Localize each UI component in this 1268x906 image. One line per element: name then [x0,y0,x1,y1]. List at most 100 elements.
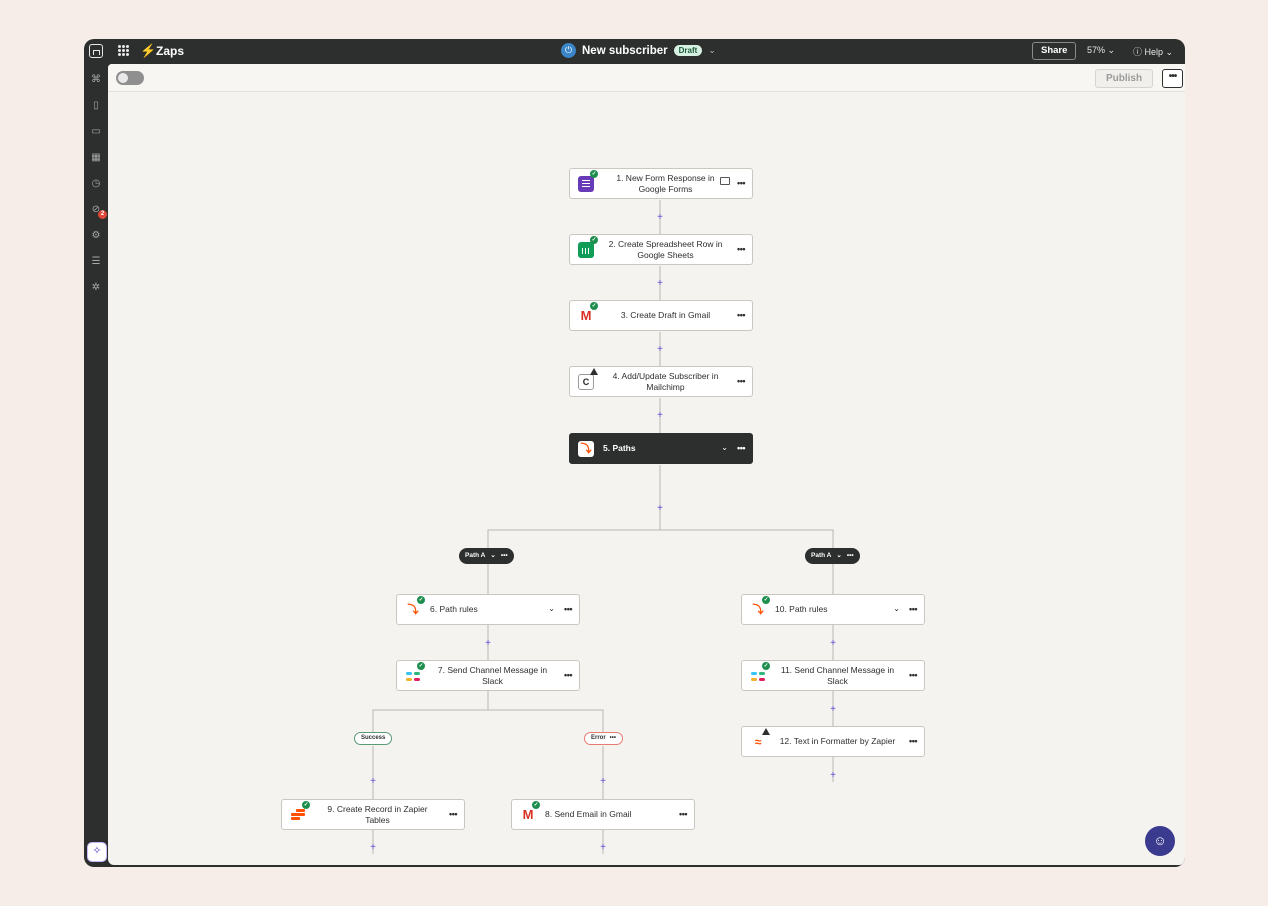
chevron-down-icon[interactable]: ⌄ [490,548,495,564]
branch-label: Success [361,735,386,741]
zapier-tables-icon [290,807,306,823]
step-menu-button[interactable]: ••• [679,809,687,819]
chevron-down-icon[interactable]: ⌄ [548,604,555,614]
chevron-down-icon[interactable]: ⌄ [836,548,841,564]
step-menu-button[interactable]: ••• [737,178,745,188]
add-step-button[interactable]: + [828,771,838,781]
step-3-card[interactable]: M ✓ 3. Create Draft in Gmail ••• [569,300,753,331]
gmail-icon: M [520,807,536,823]
step-title: 11. Send Channel Message in Slack [780,664,895,686]
gmail-icon: M [578,308,594,324]
apps-icon[interactable]: ⌘ [90,74,102,86]
branch-label: Error [591,735,606,741]
file-icon[interactable]: ▯ [90,100,102,112]
step-title: 12. Text in Formatter by Zapier [779,736,896,746]
add-step-button[interactable]: + [368,777,378,787]
check-icon: ✓ [302,801,310,809]
history-icon[interactable]: ◷ [90,178,102,190]
step-menu-button[interactable]: ••• [737,310,745,320]
step-menu-button[interactable]: ••• [909,604,917,614]
add-step-button[interactable]: + [655,279,665,289]
success-branch-pill[interactable]: Success [354,732,393,745]
step-4-card[interactable]: C 4. Add/Update Subscriber in Mailchimp … [569,366,753,397]
copilot-icon[interactable]: ✧ [87,842,107,862]
step-title: 9. Create Record in Zapier Tables [327,803,428,825]
add-step-button[interactable]: + [655,213,665,223]
path-a-pill-left[interactable]: Path A ⌄ ••• [459,548,514,564]
path-menu-button[interactable]: ••• [847,548,854,564]
paths-icon: ⤵ [578,441,594,457]
comment-icon[interactable]: ▭ [90,126,102,138]
step-menu-button[interactable]: ••• [449,809,457,819]
check-icon: ✓ [762,662,770,670]
add-step-button[interactable]: + [655,345,665,355]
step-menu-button[interactable]: ••• [737,244,745,254]
chevron-down-icon[interactable]: ⌄ [893,604,900,614]
step-title: 2. Create Spreadsheet Row in Google Shee… [608,238,723,260]
zoom-control[interactable]: 57% ⌄ [1087,45,1115,56]
step-9-card[interactable]: ✓ 9. Create Record in Zapier Tables ••• [281,799,465,830]
step-menu-button[interactable]: ••• [737,376,745,386]
add-step-button[interactable]: + [828,705,838,715]
support-chat-button[interactable]: ☺ [1145,826,1175,856]
step-title: 8. Send Email in Gmail [545,809,632,819]
step-menu-button[interactable]: ••• [564,604,572,614]
step-7-card[interactable]: ✓ 7. Send Channel Message in Slack ••• [396,660,580,691]
check-icon: ✓ [532,801,540,809]
step-menu-button[interactable]: ••• [909,736,917,746]
step-title: 10. Path rules [775,604,828,614]
bug-icon[interactable]: ✲ [90,282,102,294]
step-11-card[interactable]: ✓ 11. Send Channel Message in Slack ••• [741,660,925,691]
home-icon[interactable] [89,44,103,58]
add-step-button[interactable]: + [828,639,838,649]
error-branch-pill[interactable]: Error ••• [584,732,623,745]
path-a-pill-right[interactable]: Path A ⌄ ••• [805,548,860,564]
step-10-card[interactable]: ⤵ ✓ 10. Path rules ⌄ ••• [741,594,925,625]
step-12-card[interactable]: ≈ 12. Text in Formatter by Zapier ••• [741,726,925,757]
zap-title-group[interactable]: ⏻ New subscriber Draft ⌄ [561,43,716,58]
check-icon: ✓ [590,236,598,244]
warning-icon [590,368,598,375]
add-step-button[interactable]: + [655,411,665,421]
zap-editor-canvas[interactable]: Publish ••• + + + + + + + + + + + + + ✓ … [108,64,1185,865]
step-title: 6. Path rules [430,604,478,614]
step-8-card[interactable]: M ✓ 8. Send Email in Gmail ••• [511,799,695,830]
check-icon: ✓ [417,662,425,670]
share-button[interactable]: Share [1032,42,1077,60]
app-window: ⚡ Zaps ⏻ New subscriber Draft ⌄ Share 57… [84,39,1185,867]
app-title[interactable]: Zaps [156,44,184,58]
branch-menu-button[interactable]: ••• [610,733,616,744]
settings-icon[interactable]: ⚙ [90,230,102,242]
add-step-button[interactable]: + [655,504,665,514]
help-button[interactable]: ⓘ Help ⌄ [1133,45,1173,58]
add-step-button[interactable]: + [368,843,378,853]
paths-icon: ⤵ [405,602,421,618]
app-grid-icon[interactable] [118,45,129,56]
formatter-icon: ≈ [750,734,766,750]
zapier-bolt-icon: ⚡ [140,43,157,58]
step-menu-button[interactable]: ••• [564,670,572,680]
step-2-card[interactable]: ✓ 2. Create Spreadsheet Row in Google Sh… [569,234,753,265]
path-menu-button[interactable]: ••• [501,548,508,564]
chevron-down-icon[interactable]: ⌄ [721,443,728,453]
chevron-down-icon[interactable]: ⌄ [708,45,716,56]
calendar-icon[interactable]: ▦ [90,152,102,164]
zap-name[interactable]: New subscriber [582,45,668,57]
add-step-button[interactable]: + [598,843,608,853]
add-step-button[interactable]: + [598,777,608,787]
versions-icon[interactable]: ☰ [90,256,102,268]
step-5-paths-card[interactable]: ⤵ 5. Paths ⌄ ••• [569,433,753,464]
google-sheets-icon [578,242,594,258]
mailchimp-icon: C [578,374,594,390]
path-label: Path A [465,552,486,559]
step-1-card[interactable]: ✓ 1. New Form Response in Google Forms •… [569,168,753,199]
paths-icon: ⤵ [750,602,766,618]
comment-icon[interactable] [720,177,730,185]
issues-count-badge: 2 [98,210,107,219]
step-menu-button[interactable]: ••• [737,443,745,453]
check-icon: ✓ [762,596,770,604]
step-6-card[interactable]: ⤵ ✓ 6. Path rules ⌄ ••• [396,594,580,625]
status-badge: Draft [673,45,703,56]
step-menu-button[interactable]: ••• [909,670,917,680]
add-step-button[interactable]: + [483,639,493,649]
